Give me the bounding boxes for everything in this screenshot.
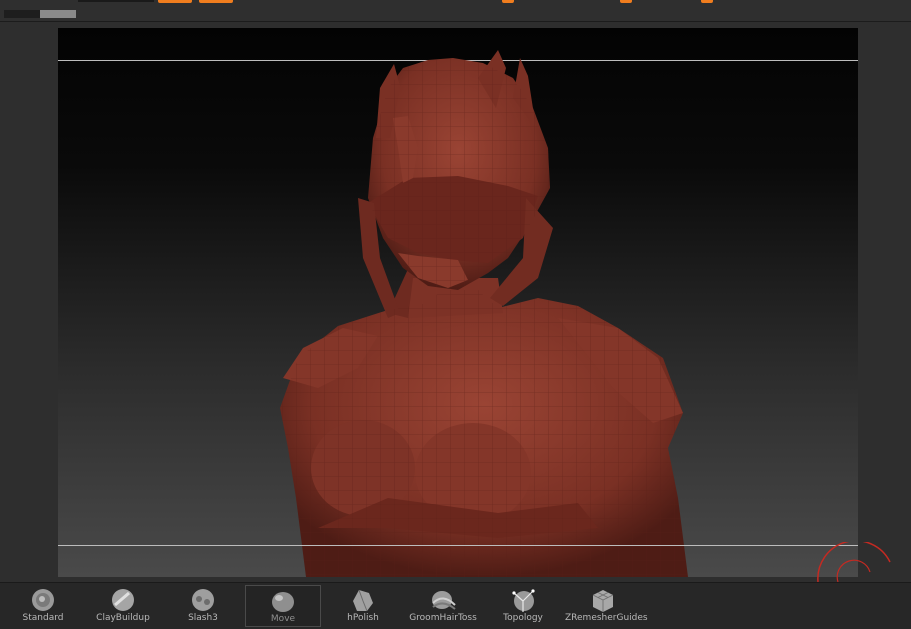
- move-brush-icon: [272, 592, 294, 612]
- brush-label: Topology: [503, 613, 543, 623]
- orange-toggle-button[interactable]: [158, 0, 192, 3]
- brush-move[interactable]: Move: [245, 585, 321, 627]
- brush-label: Slash3: [188, 613, 218, 623]
- brush-label: GroomHairToss: [409, 613, 477, 623]
- standard-brush-icon: [32, 589, 54, 611]
- brush-label: Move: [270, 614, 296, 624]
- hpolish-brush-icon: [353, 589, 373, 612]
- brush-topology[interactable]: Topology: [485, 585, 561, 627]
- orange-slider-handle[interactable]: [502, 0, 514, 3]
- topology-brush-icon: [512, 589, 535, 612]
- canvas-area: [0, 22, 911, 582]
- brush-label: hPolish: [347, 613, 379, 623]
- toolbar-field[interactable]: [78, 0, 154, 2]
- brush-shelf: Standard ClayBuildup Slash3 Move hPolish: [0, 582, 911, 629]
- document-viewport[interactable]: [58, 28, 858, 577]
- transpose-ring-icon[interactable]: [816, 542, 911, 582]
- orange-slider-handle[interactable]: [620, 0, 632, 3]
- brush-zremesherguides[interactable]: ZRemesherGuides: [565, 585, 648, 627]
- claybuildup-brush-icon: [112, 589, 134, 611]
- slash3-brush-icon: [192, 589, 214, 611]
- brush-slash3[interactable]: Slash3: [165, 585, 241, 627]
- top-toolbar: [0, 0, 911, 22]
- zremesherguides-brush-icon: [592, 590, 614, 612]
- toolbar-tab-active[interactable]: [40, 10, 76, 18]
- brush-hpolish[interactable]: hPolish: [325, 585, 401, 627]
- orange-toggle-button[interactable]: [199, 0, 233, 3]
- guide-line-bottom: [58, 545, 858, 546]
- brush-standard[interactable]: Standard: [5, 585, 81, 627]
- brush-groomhairtoss[interactable]: GroomHairToss: [405, 585, 481, 627]
- sculpt-model[interactable]: [58, 28, 858, 577]
- brush-label: Standard: [22, 613, 64, 623]
- groomhairtoss-brush-icon: [432, 591, 456, 610]
- orange-slider-handle[interactable]: [701, 0, 713, 3]
- brush-claybuildup[interactable]: ClayBuildup: [85, 585, 161, 627]
- brush-label: ClayBuildup: [96, 613, 150, 623]
- brush-label: ZRemesherGuides: [565, 613, 648, 623]
